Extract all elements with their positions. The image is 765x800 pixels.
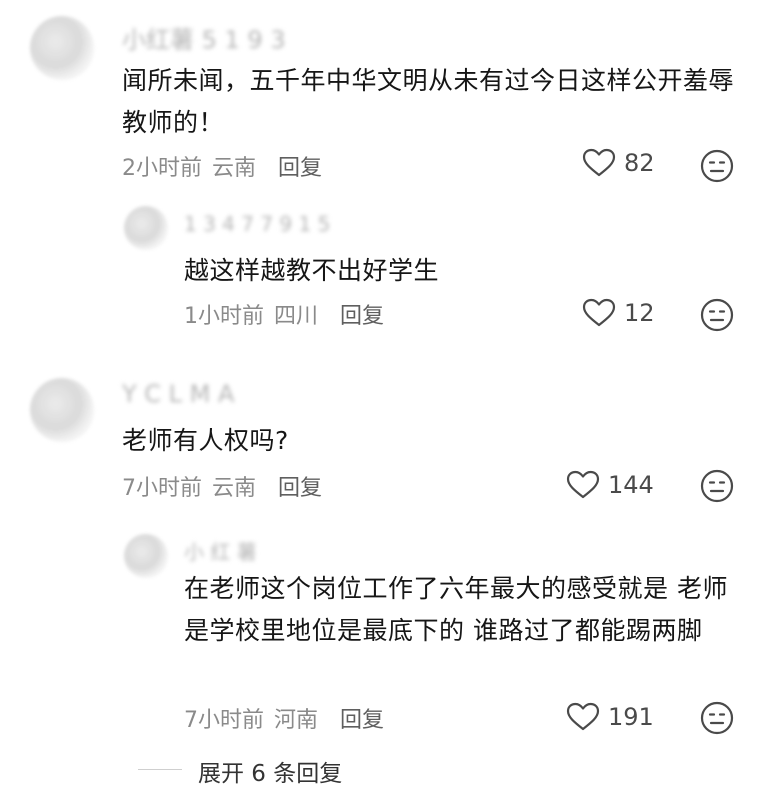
username[interactable]: 小红薯 5 1 9 3: [122, 20, 286, 55]
timestamp: 1小时前: [184, 304, 264, 329]
timestamp: 2小时前: [122, 156, 202, 181]
comment-meta: 7小时前 河南 回复: [184, 702, 394, 734]
location: 云南: [212, 476, 257, 501]
reply-button[interactable]: 回复: [340, 708, 384, 733]
comment-text: 闻所未闻，五千年中华文明从未有过今日这样公开羞辱教师的！: [122, 66, 735, 137]
like-count: 144: [608, 471, 654, 499]
avatar[interactable]: [124, 534, 168, 578]
neutral-face-icon[interactable]: [700, 298, 734, 332]
heart-outline-icon: [566, 470, 600, 499]
comment-text: 越这样越教不出好学生: [184, 256, 440, 285]
username[interactable]: 小 红 薯: [184, 536, 257, 565]
comment-meta: 7小时前 云南 回复: [122, 470, 332, 502]
avatar[interactable]: [30, 16, 94, 80]
comment-1: 小红薯 5 1 9 3 闻所未闻，五千年中华文明从未有过今日这样公开羞辱教师的！…: [0, 0, 765, 200]
reply-comment-1: 1 3 4 7 7 9 1 5 越这样越教不出好学生 1小时前 四川 回复 12: [0, 200, 765, 350]
expand-divider: [138, 769, 182, 770]
heart-outline-icon: [582, 298, 616, 327]
location: 河南: [274, 708, 319, 733]
neutral-face-icon[interactable]: [700, 701, 734, 735]
like-button[interactable]: 12: [582, 298, 655, 328]
heart-outline-icon: [566, 702, 600, 731]
reply-button[interactable]: 回复: [278, 476, 322, 501]
like-button[interactable]: 82: [582, 148, 655, 178]
username[interactable]: 1 3 4 7 7 9 1 5: [184, 212, 330, 236]
location: 四川: [274, 304, 319, 329]
comment-meta: 1小时前 四川 回复: [184, 298, 394, 330]
heart-outline-icon: [582, 148, 616, 177]
reply-button[interactable]: 回复: [278, 156, 322, 181]
avatar[interactable]: [30, 378, 94, 442]
comment-text: 老师有人权吗?: [122, 426, 289, 455]
like-button[interactable]: 144: [566, 470, 654, 500]
location: 云南: [212, 156, 257, 181]
like-count: 82: [624, 149, 655, 177]
username[interactable]: Y C L M A: [122, 380, 234, 408]
like-button[interactable]: 191: [566, 702, 654, 732]
expand-replies-button[interactable]: 展开 6 条回复: [198, 754, 342, 788]
avatar[interactable]: [124, 206, 168, 250]
reply-comment-2: 小 红 薯 在老师这个岗位工作了六年最大的感受就是 老师是学校里地位是最底下的 …: [0, 530, 765, 745]
timestamp: 7小时前: [184, 708, 264, 733]
comment-text: 在老师这个岗位工作了六年最大的感受就是 老师是学校里地位是最底下的 谁路过了都能…: [184, 574, 728, 645]
reply-button[interactable]: 回复: [340, 304, 384, 329]
comment-meta: 2小时前 云南 回复: [122, 150, 332, 182]
timestamp: 7小时前: [122, 476, 202, 501]
neutral-face-icon[interactable]: [700, 149, 734, 183]
like-count: 191: [608, 703, 654, 731]
comment-2: Y C L M A 老师有人权吗? 7小时前 云南 回复 144: [0, 370, 765, 520]
neutral-face-icon[interactable]: [700, 469, 734, 503]
like-count: 12: [624, 299, 655, 327]
